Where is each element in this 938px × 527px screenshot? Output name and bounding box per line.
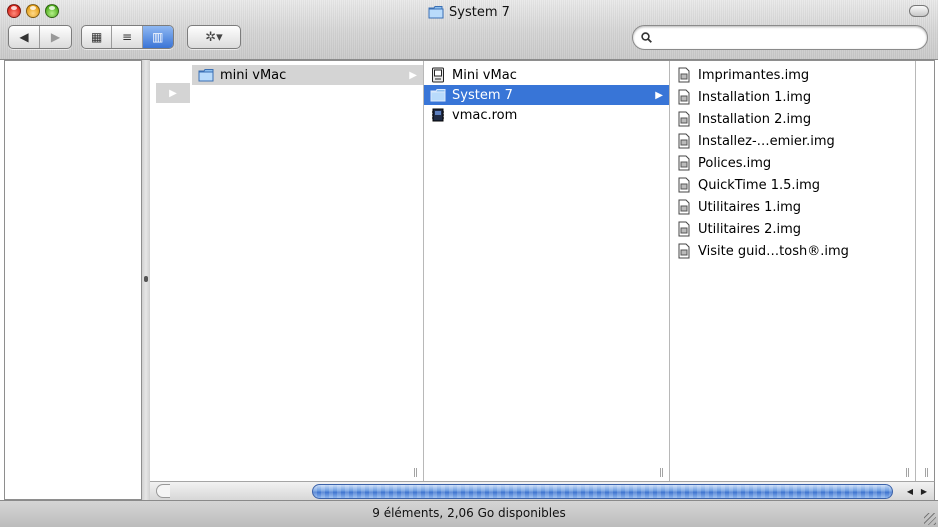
search-icon — [641, 32, 652, 43]
browser-column-4: || — [916, 61, 934, 482]
status-bar: 9 éléments, 2,06 Go disponibles — [0, 500, 938, 527]
action-menu-button[interactable]: ✲▾ — [187, 25, 241, 49]
list-item-label: Mini vMac — [452, 67, 517, 83]
list-item-label: Installez-…emier.img — [698, 133, 835, 149]
gear-icon: ✲▾ — [205, 29, 223, 45]
column-resize-handle[interactable]: || — [924, 468, 929, 478]
sidebar-splitter[interactable] — [142, 60, 150, 500]
rom-file-icon — [432, 108, 444, 122]
scrollbar-thumb[interactable] — [312, 484, 893, 499]
search-field[interactable] — [632, 25, 928, 50]
disk-image-icon — [678, 177, 690, 193]
disk-image-icon — [678, 221, 690, 237]
list-item-label: Polices.img — [698, 155, 772, 171]
window-title: System 7 — [449, 4, 510, 20]
disk-image-icon — [678, 199, 690, 215]
disk-image-icon — [678, 243, 690, 259]
disk-image-icon — [678, 67, 690, 83]
list-item-label: Installation 2.img — [698, 111, 812, 127]
list-item[interactable]: Imprimantes.img — [670, 65, 915, 85]
list-item[interactable]: Mini vMac — [424, 65, 669, 85]
list-item[interactable]: vmac.rom — [424, 105, 669, 125]
back-arrow-icon: ◀ — [19, 30, 29, 44]
search-input[interactable] — [658, 30, 918, 45]
list-item-label: vmac.rom — [452, 107, 518, 123]
list-item-label: Visite guid…tosh®.img — [698, 243, 849, 259]
scroll-left-arrow-icon: ◀ — [906, 487, 914, 496]
list-item[interactable]: Polices.img — [670, 153, 915, 173]
splitter-handle[interactable] — [144, 276, 148, 282]
icon-view-button[interactable]: ▦ — [82, 26, 113, 48]
window-toolbar: System 7 ◀ ▶ ▦ ≡ ▥ ✲▾ — [0, 0, 938, 60]
forward-button[interactable]: ▶ — [40, 26, 71, 48]
list-view-icon: ≡ — [121, 30, 133, 44]
folder-icon — [198, 69, 214, 82]
disclosure-arrow-icon: ▶ — [655, 89, 663, 101]
list-item-label: QuickTime 1.5.img — [698, 177, 821, 193]
sidebar[interactable] — [4, 60, 142, 500]
browser-column-1: mini vMac ▶ || — [192, 61, 424, 482]
disclosure-arrow-icon: ▶ — [409, 69, 417, 81]
horizontal-scrollbar[interactable]: ◀ ▶ — [150, 481, 935, 500]
list-item[interactable]: Installez-…emier.img — [670, 131, 915, 151]
back-button[interactable]: ◀ — [9, 26, 41, 48]
list-item-label: Installation 1.img — [698, 89, 812, 105]
resize-grip-icon[interactable] — [924, 513, 936, 525]
list-item-label: Imprimantes.img — [698, 67, 810, 83]
column-previous: ▶ — [150, 61, 192, 482]
column-view-button[interactable]: ▥ — [142, 26, 173, 48]
list-item[interactable]: Utilitaires 2.img — [670, 219, 915, 239]
view-mode-buttons: ▦ ≡ ▥ — [81, 25, 174, 49]
column-resize-handle[interactable]: || — [413, 468, 418, 478]
disk-image-icon — [678, 133, 690, 149]
status-text: 9 éléments, 2,06 Go disponibles — [372, 506, 566, 520]
column-previous-selection[interactable]: ▶ — [156, 83, 190, 103]
scroll-right-button[interactable]: ▶ — [918, 484, 930, 499]
list-item[interactable]: Visite guid…tosh®.img — [670, 241, 915, 261]
folder-icon — [428, 6, 444, 19]
scroll-right-arrow-icon: ▶ — [920, 487, 928, 496]
list-item-label: System 7 — [452, 87, 513, 103]
application-icon — [432, 67, 444, 83]
navigation-buttons: ◀ ▶ — [8, 25, 72, 49]
forward-arrow-icon: ▶ — [50, 30, 61, 44]
disk-image-icon — [678, 155, 690, 171]
disk-image-icon — [678, 111, 690, 127]
list-item[interactable]: System 7 ▶ — [424, 85, 669, 105]
browser-column-2: Mini vMac System 7 ▶ vmac.rom || — [424, 61, 670, 482]
list-item-label: Utilitaires 1.img — [698, 199, 802, 215]
browser-column-3: Imprimantes.img Installation 1.img Insta… — [670, 61, 916, 482]
list-item-label: Utilitaires 2.img — [698, 221, 802, 237]
scrollbar-track-start — [156, 484, 170, 498]
column-view-icon: ▥ — [152, 30, 164, 44]
list-item[interactable]: Installation 2.img — [670, 109, 915, 129]
folder-icon — [430, 89, 446, 102]
scroll-left-button[interactable]: ◀ — [904, 484, 916, 499]
column-browser: ▶ mini vMac ▶ || Mini vMac System 7 ▶ vm… — [150, 60, 935, 482]
disk-image-icon — [678, 89, 690, 105]
list-item[interactable]: QuickTime 1.5.img — [670, 175, 915, 195]
list-item[interactable]: mini vMac ▶ — [192, 65, 423, 85]
list-item[interactable]: Installation 1.img — [670, 87, 915, 107]
list-view-button[interactable]: ≡ — [112, 26, 143, 48]
window-title-bar: System 7 — [0, 2, 938, 22]
list-item-label: mini vMac — [220, 67, 287, 83]
column-resize-handle[interactable]: || — [905, 468, 910, 478]
toolbar-toggle-button[interactable] — [909, 5, 929, 17]
column-resize-handle[interactable]: || — [659, 468, 664, 478]
icon-view-icon: ▦ — [91, 30, 103, 44]
list-item[interactable]: Utilitaires 1.img — [670, 197, 915, 217]
